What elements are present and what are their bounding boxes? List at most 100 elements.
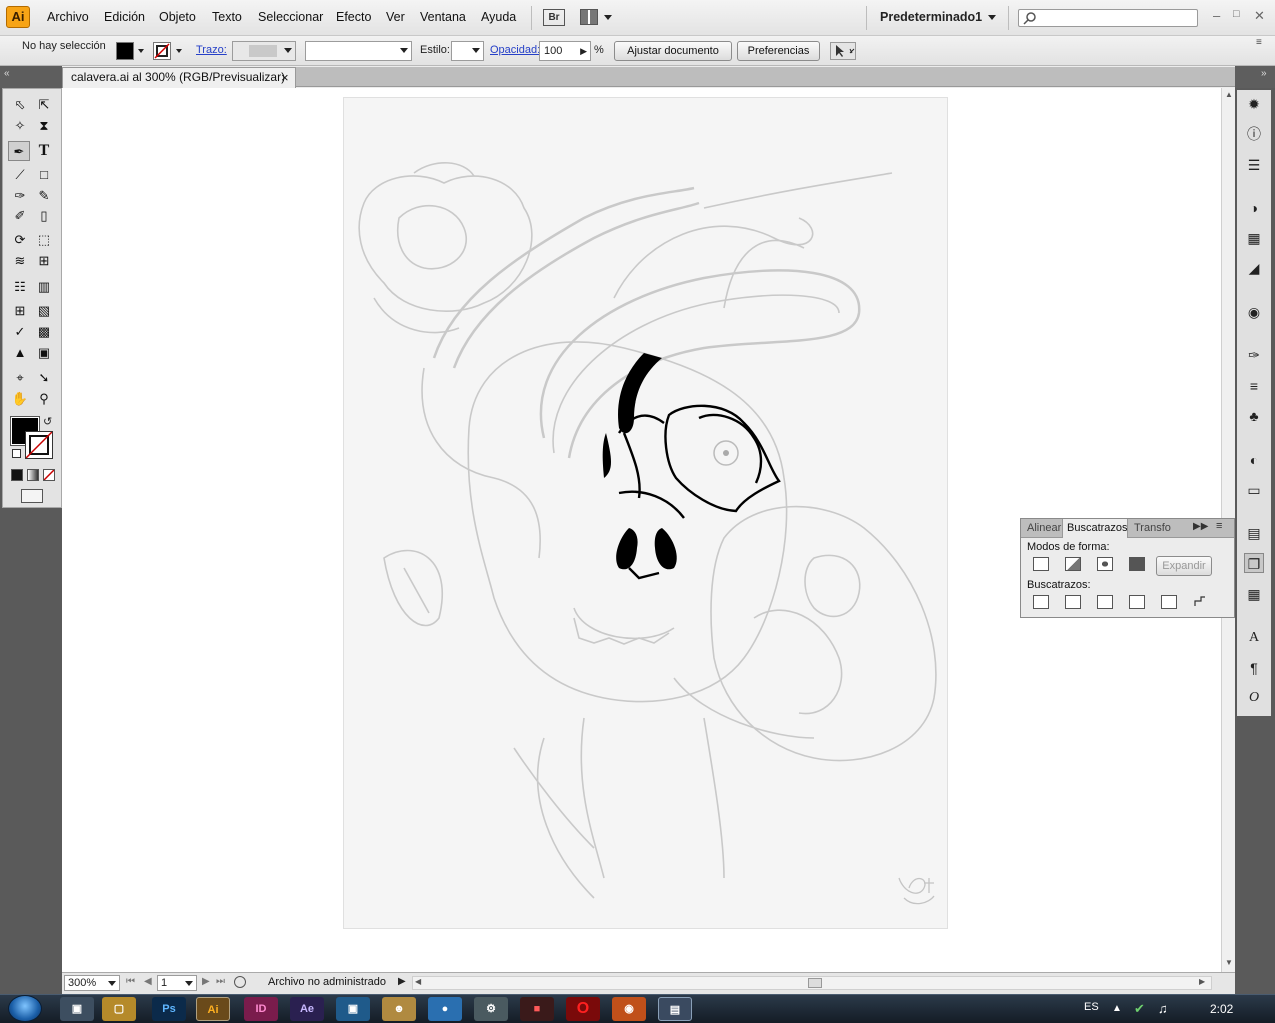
color-icon[interactable]: ◑ [1244, 198, 1264, 218]
version-cue-icon[interactable] [234, 976, 246, 988]
scroll-up-icon[interactable]: ▲ [1225, 90, 1233, 99]
blob-brush-tool-icon[interactable]: ✐ [9, 206, 31, 226]
style-dropdown[interactable] [451, 41, 484, 61]
character-icon[interactable]: A [1244, 628, 1264, 648]
info-icon[interactable]: ⓘ [1244, 124, 1264, 144]
blend-tool-icon[interactable]: ▩ [33, 322, 55, 342]
appearance-icon[interactable]: ◉ [1244, 302, 1264, 322]
tab-buscatrazos[interactable]: Buscatrazos [1062, 519, 1128, 538]
close-icon[interactable]: ✕ [1254, 8, 1265, 24]
pencil-tool-icon[interactable]: ✎ [33, 186, 55, 206]
first-page-icon[interactable]: ⏮ [126, 976, 135, 987]
panel-menu-icon[interactable]: ≡ [1216, 520, 1222, 532]
exclude-icon[interactable] [1129, 557, 1145, 571]
opentype-icon[interactable]: O [1244, 688, 1264, 708]
swatches-icon[interactable]: ▦ [1244, 228, 1264, 248]
brush-definition-dropdown[interactable] [305, 41, 412, 61]
pen-tool-icon[interactable]: ✒ [8, 141, 30, 161]
browser-icon[interactable]: ● [428, 997, 462, 1021]
fill-swatch[interactable] [116, 42, 134, 60]
menu-ayuda[interactable]: Ayuda [481, 10, 516, 24]
menu-efecto[interactable]: Efecto [336, 10, 371, 24]
stroke-weight-field[interactable] [232, 41, 296, 61]
pathfinder-icon[interactable]: ❐ [1244, 553, 1264, 573]
chevron-down-icon[interactable] [988, 15, 996, 20]
maximize-icon[interactable]: □ [1233, 8, 1240, 20]
status-menu-icon[interactable]: ▶ [398, 976, 406, 987]
volume-icon[interactable]: ♫ [1158, 1001, 1168, 1016]
symbol-sprayer-tool-icon[interactable]: ☷ [9, 277, 31, 297]
document-tab[interactable]: calavera.ai al 300% (RGB/Previsualizar) … [62, 67, 296, 88]
explorer-icon[interactable]: ▣ [60, 997, 94, 1021]
intersect-icon[interactable] [1097, 557, 1113, 571]
live-paint-selection-tool-icon[interactable]: ▣ [33, 343, 55, 363]
rectangle-tool-icon[interactable]: □ [33, 165, 55, 185]
warp-tool-icon[interactable]: ≋ [9, 251, 31, 271]
firefox-icon[interactable]: ◉ [612, 997, 646, 1021]
menu-ventana[interactable]: Ventana [420, 10, 466, 24]
page-number-field[interactable]: 1 [157, 975, 197, 991]
hand-tool-icon[interactable]: ✋ [9, 389, 31, 409]
start-button[interactable] [8, 995, 42, 1022]
media-icon[interactable]: ▣ [336, 997, 370, 1021]
menu-objeto[interactable]: Objeto [159, 10, 196, 24]
tab-alinear[interactable]: Alinear [1023, 519, 1063, 538]
artboard[interactable] [343, 97, 948, 929]
window-icon[interactable]: ▤ [658, 997, 692, 1021]
bridge-button[interactable]: Br [543, 9, 565, 26]
default-colors-icon[interactable] [12, 449, 21, 458]
clock[interactable]: 2:02 [1210, 1002, 1233, 1016]
trazo-link[interactable]: Trazo: [196, 44, 227, 56]
symbols-icon[interactable]: ♣ [1244, 406, 1264, 426]
indesign-icon[interactable]: ID [244, 997, 278, 1021]
scroll-right-icon[interactable]: ▶ [1199, 977, 1205, 986]
transform-icon[interactable]: ▦ [1244, 584, 1264, 604]
menu-ver[interactable]: Ver [386, 10, 405, 24]
zoom-tool-icon[interactable]: ⚲ [33, 389, 55, 409]
expandir-button[interactable]: Expandir [1156, 556, 1212, 576]
show-hidden-icons-icon[interactable]: ▲ [1112, 1003, 1122, 1014]
scroll-down-icon[interactable]: ▼ [1225, 958, 1233, 967]
transparency-icon[interactable]: ◐ [1244, 450, 1264, 470]
chevron-down-icon[interactable] [604, 15, 612, 20]
preferencias-button[interactable]: Preferencias [737, 41, 820, 61]
slice-tool-icon[interactable]: ➘ [33, 368, 55, 388]
select-similar-button[interactable] [830, 42, 856, 60]
type-tool-icon[interactable]: T [33, 141, 55, 161]
collapse-icon[interactable]: » [1261, 68, 1267, 79]
menu-seleccionar[interactable]: Seleccionar [258, 10, 323, 24]
color-mode-icon[interactable] [11, 469, 23, 481]
eyedropper-tool-icon[interactable]: ✓ [9, 322, 31, 342]
none-mode-icon[interactable] [43, 469, 55, 481]
menu-texto[interactable]: Texto [212, 10, 242, 24]
swap-colors-icon[interactable]: ↺ [43, 415, 52, 428]
language-indicator[interactable]: ES [1084, 1001, 1099, 1013]
horizontal-scrollbar[interactable]: ◀ ▶ [412, 976, 1212, 990]
search-input[interactable] [1018, 9, 1198, 27]
app-icon[interactable]: ■ [520, 997, 554, 1021]
screen-mode-icon[interactable] [21, 489, 43, 503]
next-page-icon[interactable]: ▶ [202, 976, 210, 987]
collapse-icon[interactable]: « [4, 68, 10, 79]
merge-icon[interactable] [1097, 595, 1113, 609]
panel-menu-icon[interactable]: ≡ [1256, 37, 1262, 48]
workspace-switcher[interactable]: Predeterminado1 [880, 10, 982, 24]
expand-panel-icon[interactable]: ▶▶ [1193, 521, 1208, 532]
tab-transformar[interactable]: Transfo [1130, 519, 1172, 538]
last-page-icon[interactable]: ⏭ [216, 976, 225, 987]
user-icon[interactable]: ☻ [382, 997, 416, 1021]
aftereffects-icon[interactable]: Ae [290, 997, 324, 1021]
outline-icon[interactable] [1161, 595, 1177, 609]
navigator-icon[interactable]: ✹ [1244, 94, 1264, 114]
scale-tool-icon[interactable]: ⬚ [33, 230, 55, 250]
divide-icon[interactable] [1033, 595, 1049, 609]
free-transform-tool-icon[interactable]: ⊞ [33, 251, 55, 271]
brushes-icon[interactable]: ✑ [1244, 345, 1264, 365]
trim-icon[interactable] [1065, 595, 1081, 609]
line-tool-icon[interactable]: ⟋ [9, 165, 31, 185]
menu-edicion[interactable]: Edición [104, 10, 145, 24]
tool-icon[interactable]: ⚙ [474, 997, 508, 1021]
minus-front-icon[interactable] [1065, 557, 1081, 571]
dock-collapse-strip[interactable]: » [1235, 66, 1275, 88]
close-tab-icon[interactable]: × [281, 68, 289, 87]
